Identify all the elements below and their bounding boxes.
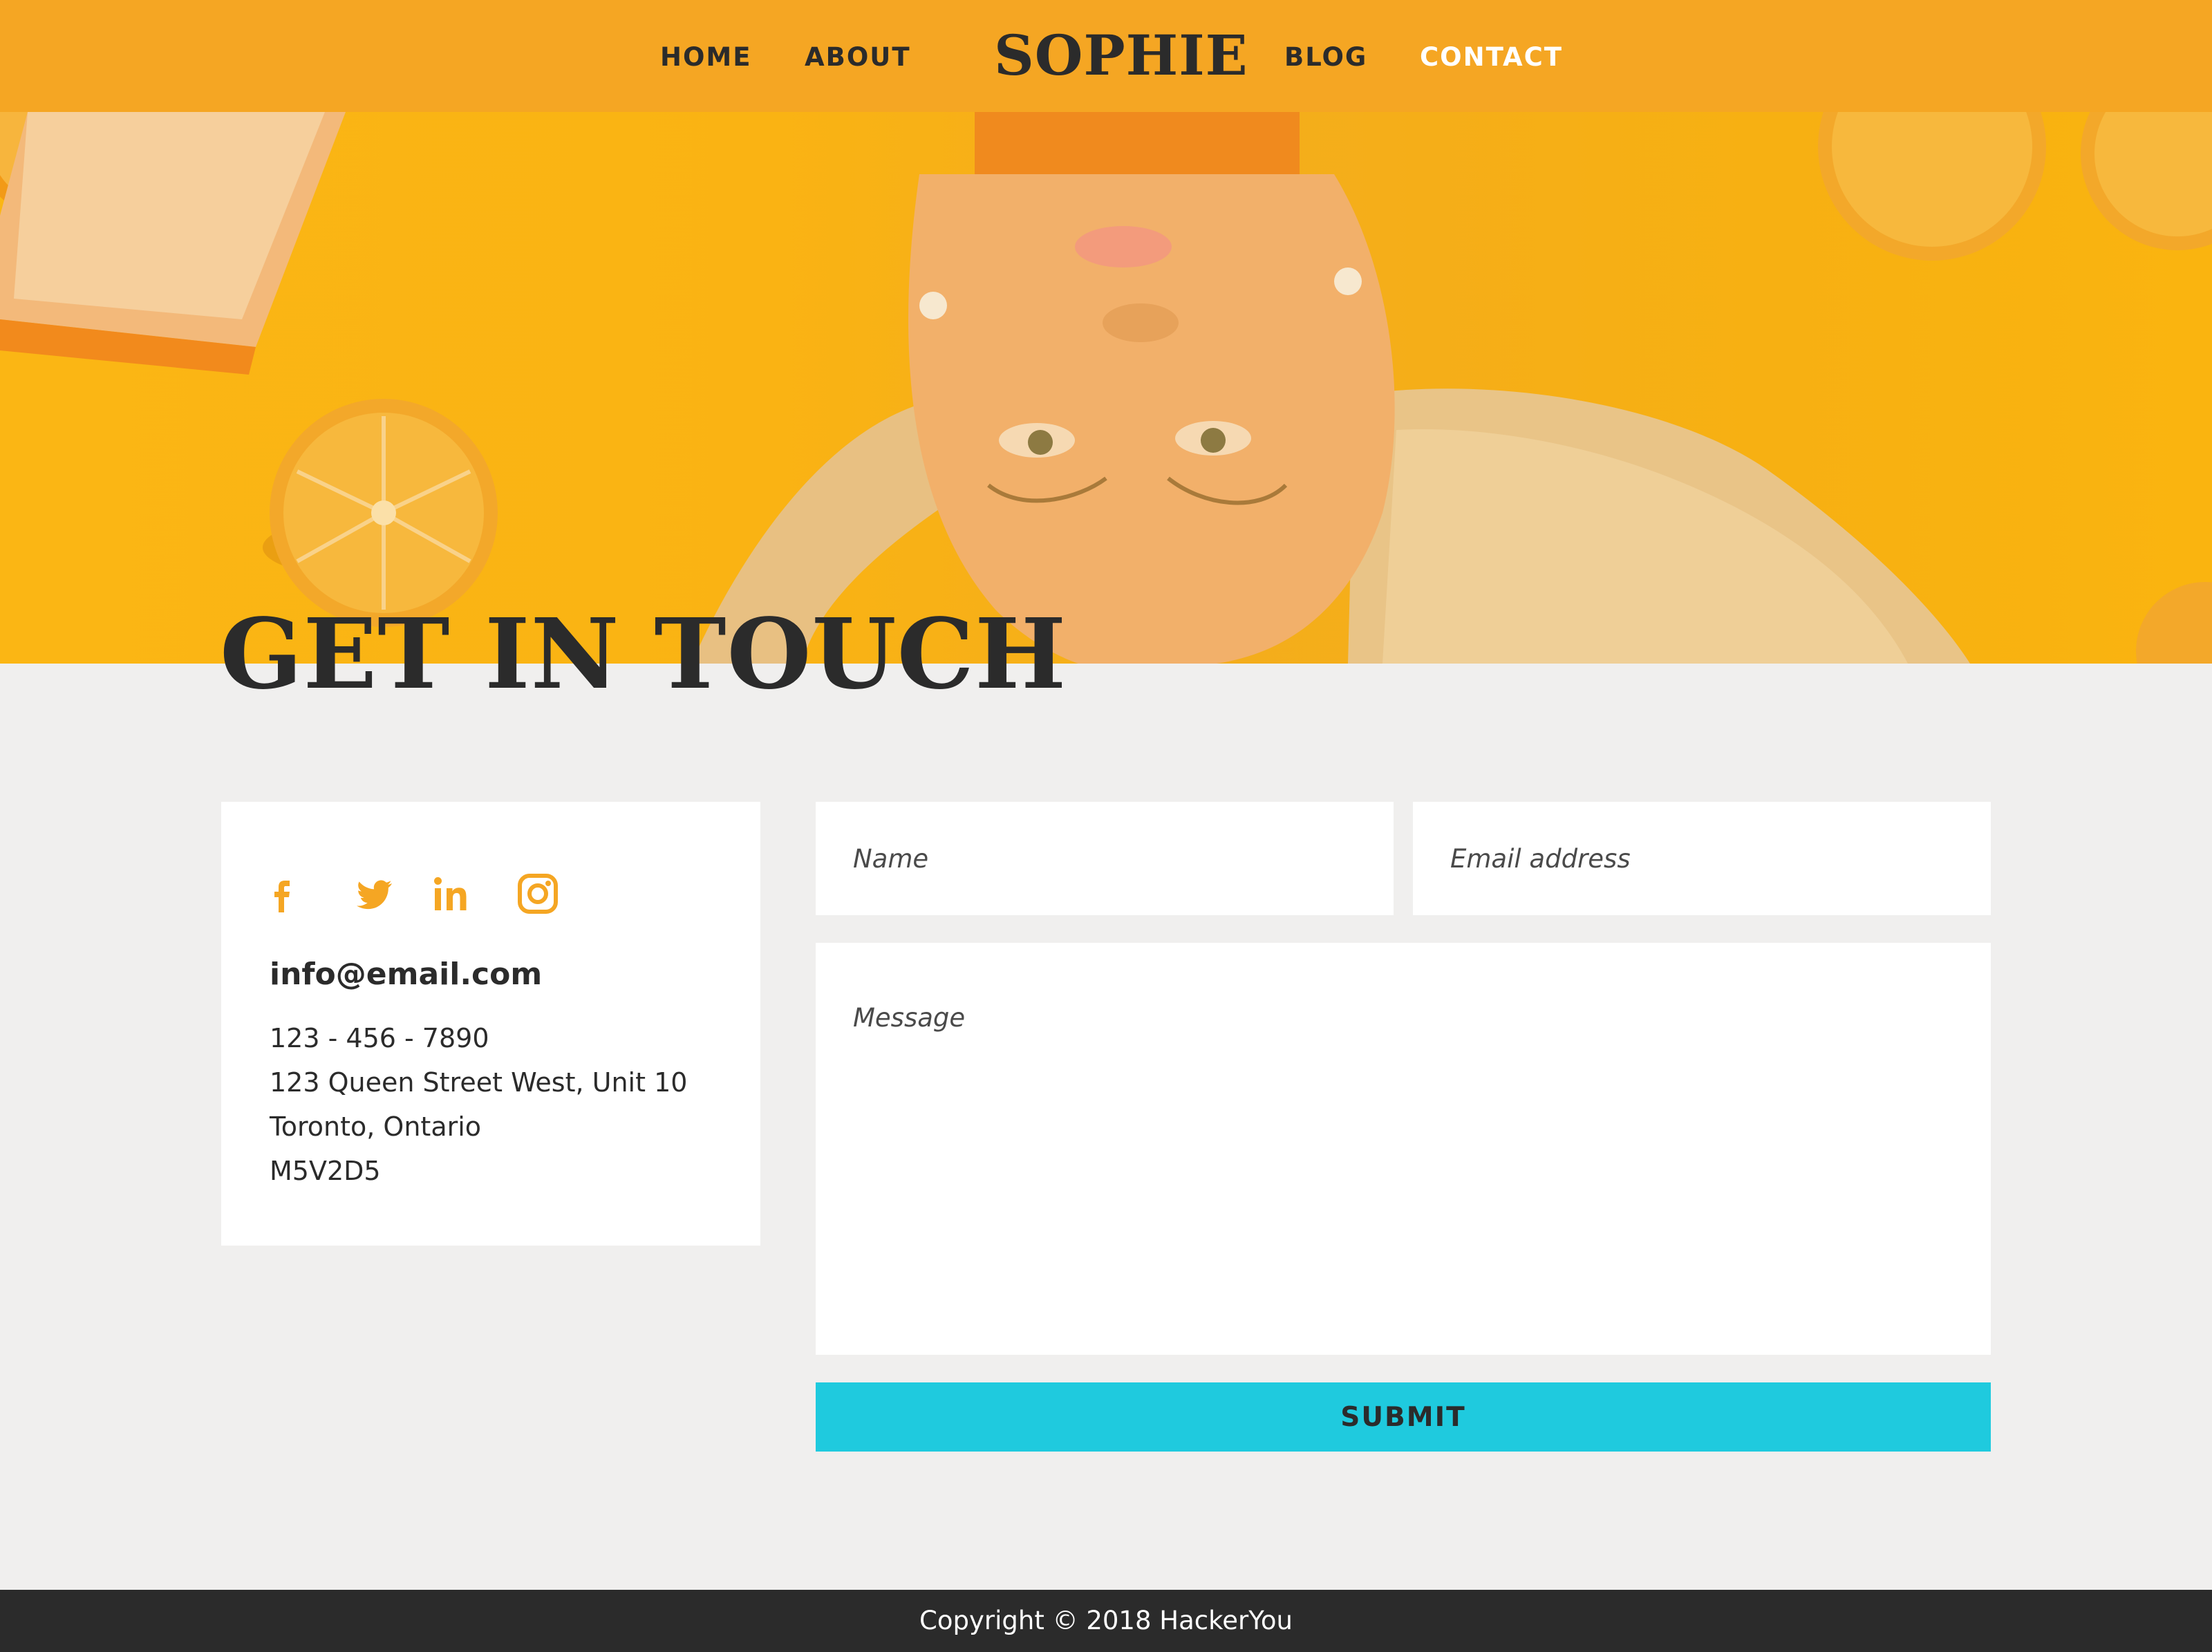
contact-phone: 123 - 456 - 7890 <box>270 1023 489 1053</box>
facebook-icon[interactable] <box>257 870 306 918</box>
contact-email-link[interactable]: info@email.com <box>270 952 542 997</box>
site-footer: Copyright © 2018 HackerYou <box>0 1590 2212 1652</box>
contact-address-line2: Toronto, Ontario <box>270 1111 482 1142</box>
name-field[interactable] <box>816 802 1394 915</box>
page-title: GET IN TOUCH <box>220 598 1067 711</box>
site-logo[interactable]: SOPHIE <box>994 21 1248 90</box>
nav-home-link[interactable]: HOME <box>660 40 752 75</box>
twitter-icon[interactable] <box>349 870 397 918</box>
book-shape <box>0 112 346 375</box>
contact-postal-code: M5V2D5 <box>270 1156 381 1186</box>
contact-address-line1: 123 Queen Street West, Unit 10 <box>270 1067 688 1098</box>
hero-photo <box>0 112 2212 664</box>
linkedin-icon[interactable] <box>430 870 478 918</box>
instagram-icon[interactable] <box>514 870 562 918</box>
nav-about-link[interactable]: ABOUT <box>805 40 911 75</box>
copyright-text: Copyright © 2018 HackerYou <box>919 1606 1293 1635</box>
nav-blog-link[interactable]: BLOG <box>1284 40 1367 75</box>
submit-button[interactable]: SUBMIT <box>816 1382 1991 1452</box>
site-header: HOME ABOUT SOPHIE BLOG CONTACT <box>0 0 2212 112</box>
face-shape <box>908 112 1395 664</box>
message-field[interactable] <box>816 943 1991 1355</box>
email-field[interactable] <box>1413 802 1991 915</box>
nav-contact-link[interactable]: CONTACT <box>1420 40 1563 75</box>
orange-slice-left <box>263 399 498 627</box>
hero-banner <box>0 112 2212 664</box>
